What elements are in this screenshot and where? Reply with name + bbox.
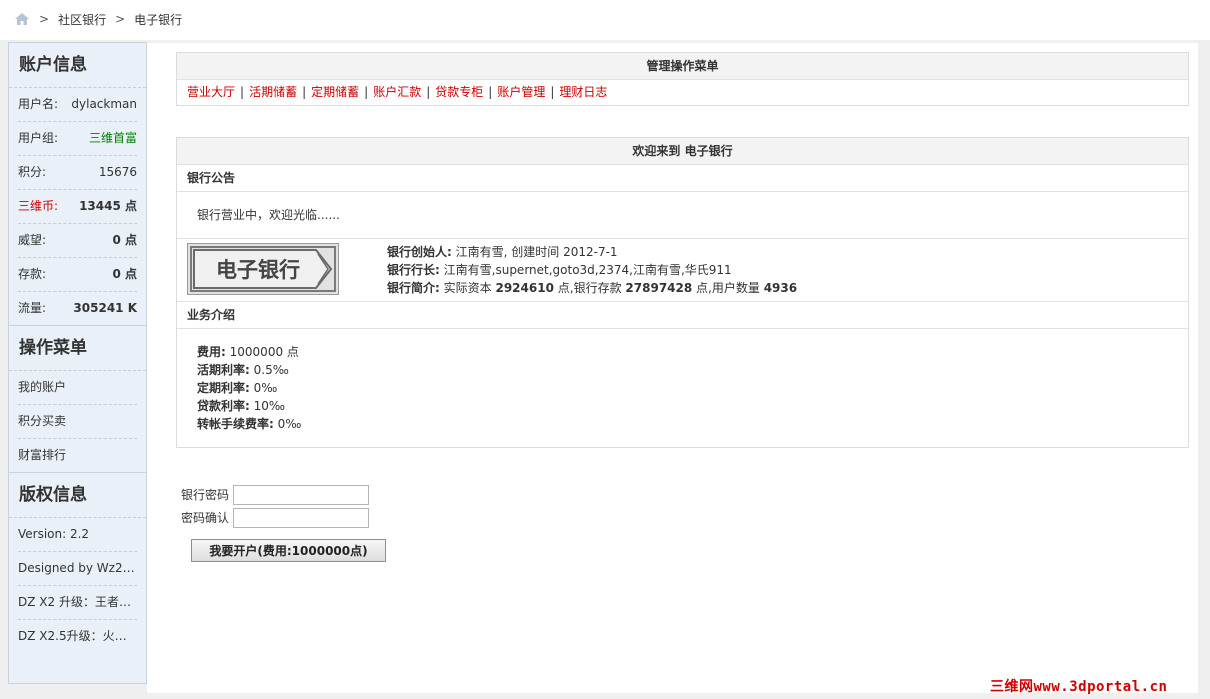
password-row: 银行密码	[181, 483, 369, 506]
breadcrumb-separator: >	[39, 12, 50, 26]
admin-menu-title: 管理操作菜单	[177, 53, 1188, 80]
row-label: 积分:	[18, 165, 47, 179]
account-row-prestige: 威望: 0 点	[18, 224, 137, 258]
row-label: 流量:	[18, 301, 47, 315]
copyright-designer: Designed by Wz2008	[18, 552, 137, 586]
confirm-row: 密码确认	[181, 506, 369, 529]
usergroup-value: 三维首富	[88, 131, 137, 145]
breadcrumb-community-bank[interactable]: 社区银行	[58, 11, 106, 28]
account-row-coins: 三维币: 13445 点	[18, 190, 137, 224]
welcome-title: 欢迎来到 电子银行	[177, 138, 1188, 165]
confirm-label: 密码确认	[181, 511, 230, 525]
bank-info-row: 电子银行 银行创始人: 江南有雪, 创建时间 2012-7-1 银行行长: 江南…	[177, 239, 1188, 302]
notice-title: 银行公告	[177, 165, 1188, 192]
row-label: 存款:	[18, 267, 47, 281]
bank-panel: 欢迎来到 电子银行 银行公告 银行营业中，欢迎光临...... 电子银行 银行创…	[176, 137, 1189, 448]
account-info-title: 账户信息	[9, 43, 146, 88]
link-demand-deposit[interactable]: 活期储蓄	[249, 85, 297, 99]
notice-text: 银行营业中，欢迎光临......	[177, 192, 1188, 239]
intro-line: 银行简介: 实际资本 2924610 点,银行存款 27897428 点,用户数…	[387, 281, 798, 295]
service-fee: 费用: 1000000 点	[197, 345, 299, 359]
breadcrumb-separator: >	[115, 12, 126, 26]
deposit-value: 0 点	[112, 267, 137, 281]
breadcrumb-ebank[interactable]: 电子银行	[134, 11, 182, 28]
copyright-version: Version: 2.2	[18, 518, 137, 552]
username-value: dylackman	[71, 97, 137, 111]
password-confirm-input[interactable]	[233, 507, 369, 528]
points-value: 15676	[98, 165, 137, 179]
operation-menu-title: 操作菜单	[9, 326, 146, 371]
bank-password-input[interactable]	[233, 484, 369, 505]
row-label: 威望:	[18, 233, 47, 247]
link-lobby[interactable]: 营业大厅	[187, 85, 235, 99]
wealth-rank-link[interactable]: 财富排行	[18, 439, 66, 472]
row-label: 用户组:	[18, 131, 59, 145]
menu-item-wealth-rank[interactable]: 财富排行	[18, 439, 137, 472]
menu-item-my-account[interactable]: 我的账户	[18, 371, 137, 405]
account-row-usergroup: 用户组: 三维首富	[18, 122, 137, 156]
founder-line: 银行创始人: 江南有雪, 创建时间 2012-7-1	[387, 245, 618, 259]
admin-menu-links: 营业大厅 | 活期储蓄 | 定期储蓄 | 账户汇款 | 贷款专柜 | 账户管理 | 理财日志	[187, 85, 608, 99]
account-row-deposit: 存款: 0 点	[18, 258, 137, 292]
row-label: 三维币:	[18, 199, 59, 213]
version-text: Version: 2.2	[18, 527, 90, 541]
breadcrumb: > 社区银行 > 电子银行	[14, 10, 182, 28]
service-transfer-fee: 转帐手续费率: 0‰	[197, 417, 302, 431]
menu-item-points-trade[interactable]: 积分买卖	[18, 405, 137, 439]
sidebar: 账户信息 用户名: dylackman 用户组: 三维首富 积分: 15676 …	[8, 42, 147, 684]
link-finance-log[interactable]: 理财日志	[559, 85, 607, 99]
bank-info: 银行创始人: 江南有雪, 创建时间 2012-7-1 银行行长: 江南有雪,su…	[387, 243, 797, 297]
coins-value: 13445 点	[79, 199, 137, 213]
watermark: 三维网www.3dportal.cn	[990, 679, 1168, 695]
copyright-x2: DZ X2 升级：王者归来	[18, 586, 137, 620]
service-list: 费用: 1000000 点 活期利率: 0.5‰ 定期利率: 0‰ 贷款利率: …	[177, 329, 1188, 447]
bank-logo: 电子银行	[187, 243, 339, 295]
admin-menu-panel: 管理操作菜单 营业大厅 | 活期储蓄 | 定期储蓄 | 账户汇款 | 贷款专柜 | 账户管理 | 理财日…	[176, 52, 1189, 106]
link-remittance[interactable]: 账户汇款	[373, 85, 421, 99]
account-row-username: 用户名: dylackman	[18, 88, 137, 122]
account-row-traffic: 流量: 305241 K	[18, 292, 137, 325]
service-title: 业务介绍	[177, 302, 1188, 329]
copyright-title: 版权信息	[9, 473, 146, 518]
designer-text: Designed by Wz2008	[18, 561, 136, 575]
copyright-x25: DZ X2.5升级：火舞飞扬	[18, 620, 137, 653]
bank-logo-text: 电子银行	[216, 258, 300, 282]
account-row-points: 积分: 15676	[18, 156, 137, 190]
link-fixed-deposit[interactable]: 定期储蓄	[311, 85, 359, 99]
x25-upgrade-text: DZ X2.5升级：火舞飞扬	[18, 629, 136, 643]
president-line: 银行行长: 江南有雪,supernet,goto3d,2374,江南有雪,华氏9…	[387, 263, 732, 277]
open-account-form: 银行密码 密码确认	[181, 483, 369, 529]
open-account-button[interactable]: 我要开户(费用:1000000点)	[191, 539, 386, 562]
points-trade-link[interactable]: 积分买卖	[18, 405, 66, 438]
my-account-link[interactable]: 我的账户	[18, 371, 66, 404]
traffic-value: 305241 K	[73, 301, 137, 315]
row-label: 用户名:	[18, 97, 59, 111]
password-label: 银行密码	[181, 488, 230, 502]
service-demand-rate: 活期利率: 0.5‰	[197, 363, 289, 377]
link-loan[interactable]: 贷款专柜	[435, 85, 483, 99]
service-fixed-rate: 定期利率: 0‰	[197, 381, 278, 395]
service-loan-rate: 贷款利率: 10‰	[197, 399, 286, 413]
x2-upgrade-text: DZ X2 升级：王者归来	[18, 595, 136, 609]
home-icon[interactable]	[14, 12, 30, 26]
link-account-manage[interactable]: 账户管理	[497, 85, 545, 99]
prestige-value: 0 点	[112, 233, 137, 247]
